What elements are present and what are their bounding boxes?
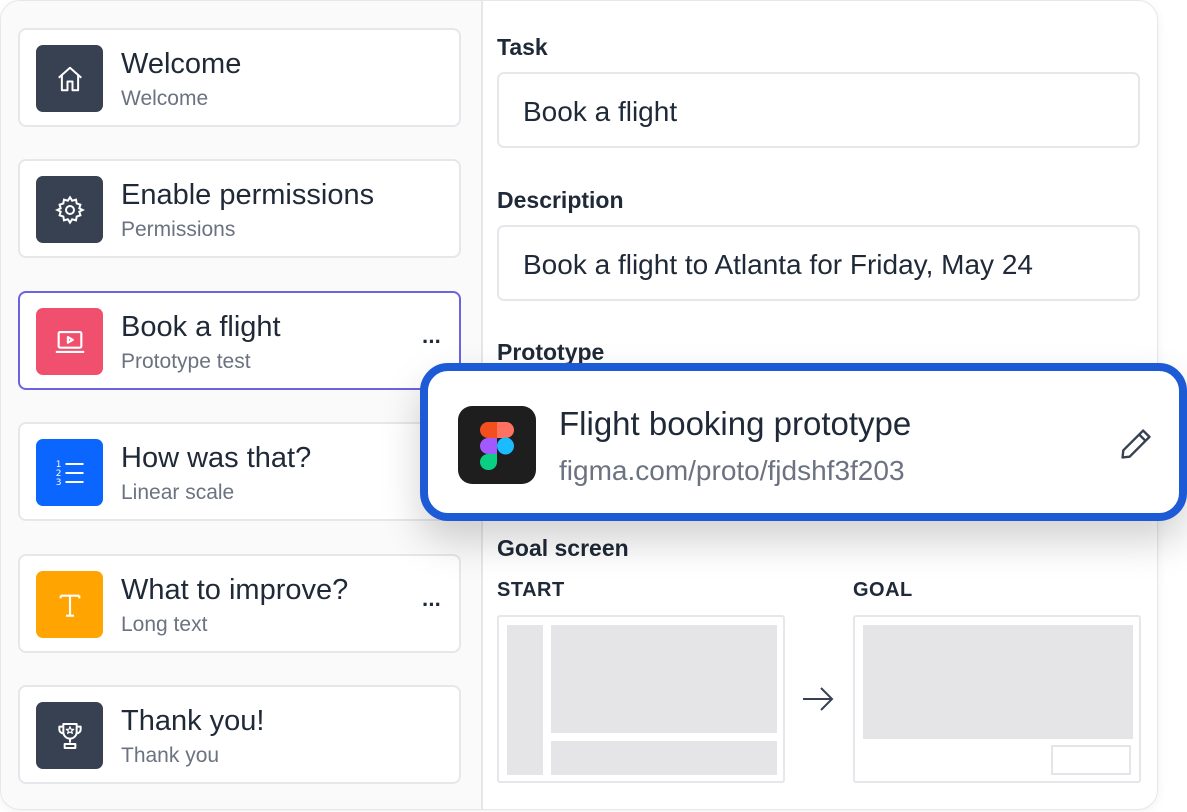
task-value: Book a flight [523, 96, 678, 127]
goal-screen-label: Goal screen [497, 535, 629, 561]
start-screen-thumbnail[interactable] [497, 615, 785, 783]
step-book-a-flight[interactable]: Book a flight Prototype test ··· [18, 291, 461, 390]
gear-icon [36, 176, 103, 243]
steps-sidebar: Welcome Welcome Enable permissions Permi… [1, 1, 483, 809]
step-subtitle: Prototype test [121, 350, 251, 373]
laptop-play-icon [36, 308, 103, 375]
goal-label: GOAL [853, 579, 913, 601]
step-subtitle: Linear scale [121, 481, 235, 504]
step-how-was-that[interactable]: 123 How was that? Linear scale [18, 422, 461, 521]
step-enable-permissions[interactable]: Enable permissions Permissions [18, 159, 461, 258]
step-title: Welcome [121, 48, 242, 80]
thumbnail-button [1051, 745, 1131, 775]
thumbnail-content [551, 625, 777, 733]
step-thank-you[interactable]: Thank you! Thank you [18, 685, 461, 784]
thumbnail-content [863, 625, 1133, 739]
text-icon [36, 571, 103, 638]
description-input[interactable]: Book a flight to Atlanta for Friday, May… [497, 225, 1140, 301]
goal-screen-thumbnail[interactable] [853, 615, 1141, 783]
step-subtitle: Long text [121, 613, 208, 636]
prototype-label: Prototype [497, 339, 605, 365]
step-subtitle: Thank you [121, 744, 220, 767]
step-welcome[interactable]: Welcome Welcome [18, 28, 461, 127]
numbered-list-icon: 123 [36, 439, 103, 506]
thumbnail-sidebar [507, 625, 543, 775]
home-icon [36, 45, 103, 112]
step-what-to-improve[interactable]: What to improve? Long text ··· [18, 554, 461, 653]
description-label: Description [497, 187, 624, 213]
step-title: Enable permissions [121, 179, 375, 211]
more-options-icon[interactable]: ··· [422, 329, 442, 355]
step-title: How was that? [121, 442, 312, 474]
trophy-icon [36, 702, 103, 769]
step-title: Thank you! [121, 705, 265, 737]
step-title: Book a flight [121, 311, 281, 343]
thumbnail-footer [551, 741, 777, 775]
step-subtitle: Welcome [121, 87, 209, 110]
more-options-icon[interactable]: ··· [422, 592, 442, 618]
task-label: Task [497, 34, 548, 60]
figma-icon [458, 406, 536, 484]
pencil-icon[interactable] [1117, 425, 1155, 468]
prototype-url[interactable]: figma.com/proto/fjdshf3f203 [559, 455, 905, 487]
description-value: Book a flight to Atlanta for Friday, May… [523, 249, 1033, 280]
prototype-name: Flight booking prototype [559, 405, 912, 442]
step-subtitle: Permissions [121, 218, 236, 241]
start-label: START [497, 579, 565, 601]
prototype-card[interactable]: Flight booking prototype figma.com/proto… [420, 363, 1187, 521]
svg-text:3: 3 [55, 478, 61, 488]
step-title: What to improve? [121, 574, 349, 606]
arrow-right-icon [801, 685, 835, 718]
task-input[interactable]: Book a flight [497, 72, 1140, 148]
